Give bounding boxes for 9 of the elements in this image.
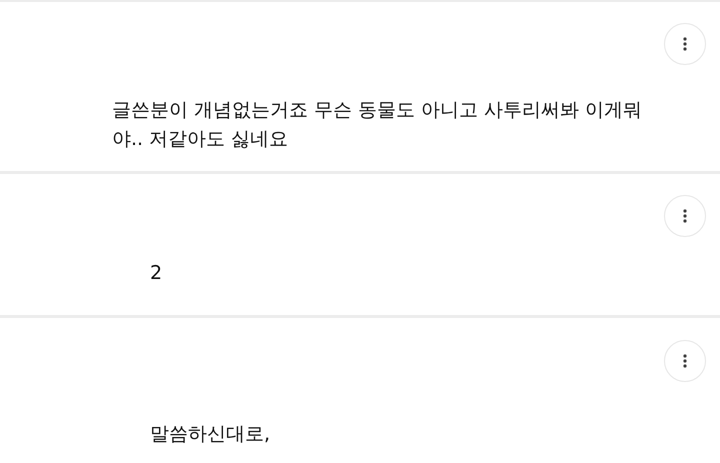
more-icon xyxy=(683,37,687,51)
comment-text: 2 xyxy=(149,261,164,286)
more-button[interactable] xyxy=(664,340,706,382)
more-icon xyxy=(683,354,687,368)
more-button[interactable] xyxy=(664,23,706,65)
more-icon xyxy=(683,209,687,223)
comment-text: 글쓴분이 개념없는거죠 무슨 동물도 아니고 사투리써봐 이게뭐야.. 저같아도 싫네요 xyxy=(111,98,644,152)
comment-text: 말씀하신대로, xyxy=(149,422,272,447)
more-button[interactable] xyxy=(664,195,706,237)
